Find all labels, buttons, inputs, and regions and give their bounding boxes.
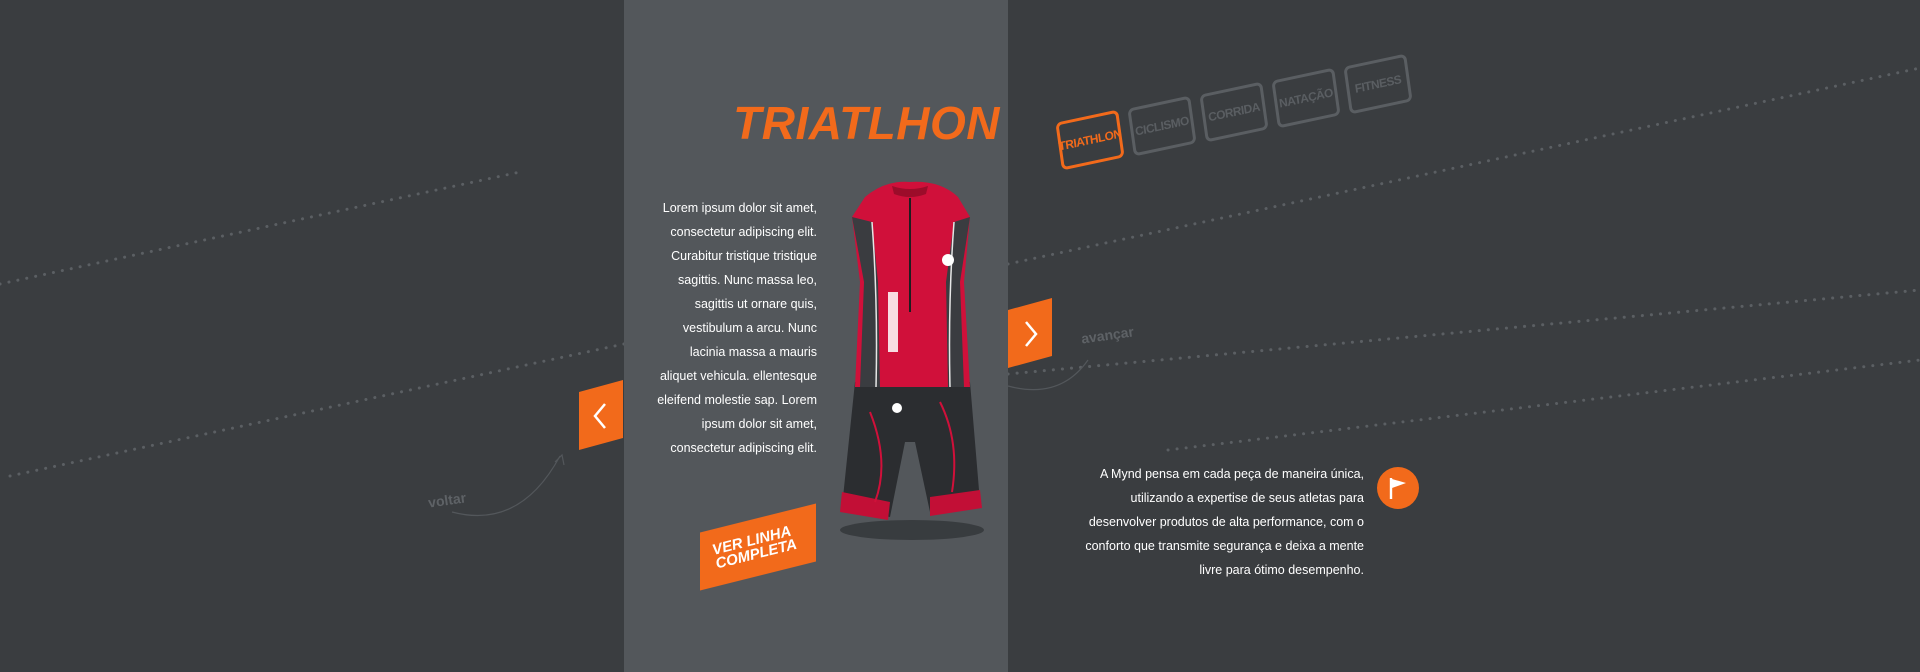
ver-linha-completa-button[interactable]: VER LINHA COMPLETA [700, 503, 816, 591]
tab-natacao[interactable]: NATAÇÃO [1271, 67, 1341, 129]
category-tabs: TRIATHLON CICLISMO CORRIDA NATAÇÃO FITNE… [1055, 53, 1418, 174]
flag-icon [1377, 467, 1419, 509]
next-button[interactable] [1008, 298, 1052, 368]
about-text: A Mynd pensa em cada peça de maneira úni… [1085, 467, 1364, 577]
product-image-trisuit [840, 181, 984, 540]
tab-corrida[interactable]: CORRIDA [1199, 81, 1269, 143]
tab-fitness[interactable]: FITNESS [1343, 53, 1413, 115]
tab-ciclismo[interactable]: CICLISMO [1127, 95, 1197, 157]
prev-button[interactable] [579, 380, 623, 450]
product-description: Lorem ipsum dolor sit amet, consectetur … [657, 201, 817, 455]
page-title: TRIATLHON [733, 97, 1000, 149]
tab-triathlon[interactable]: TRIATHLON [1055, 109, 1125, 171]
